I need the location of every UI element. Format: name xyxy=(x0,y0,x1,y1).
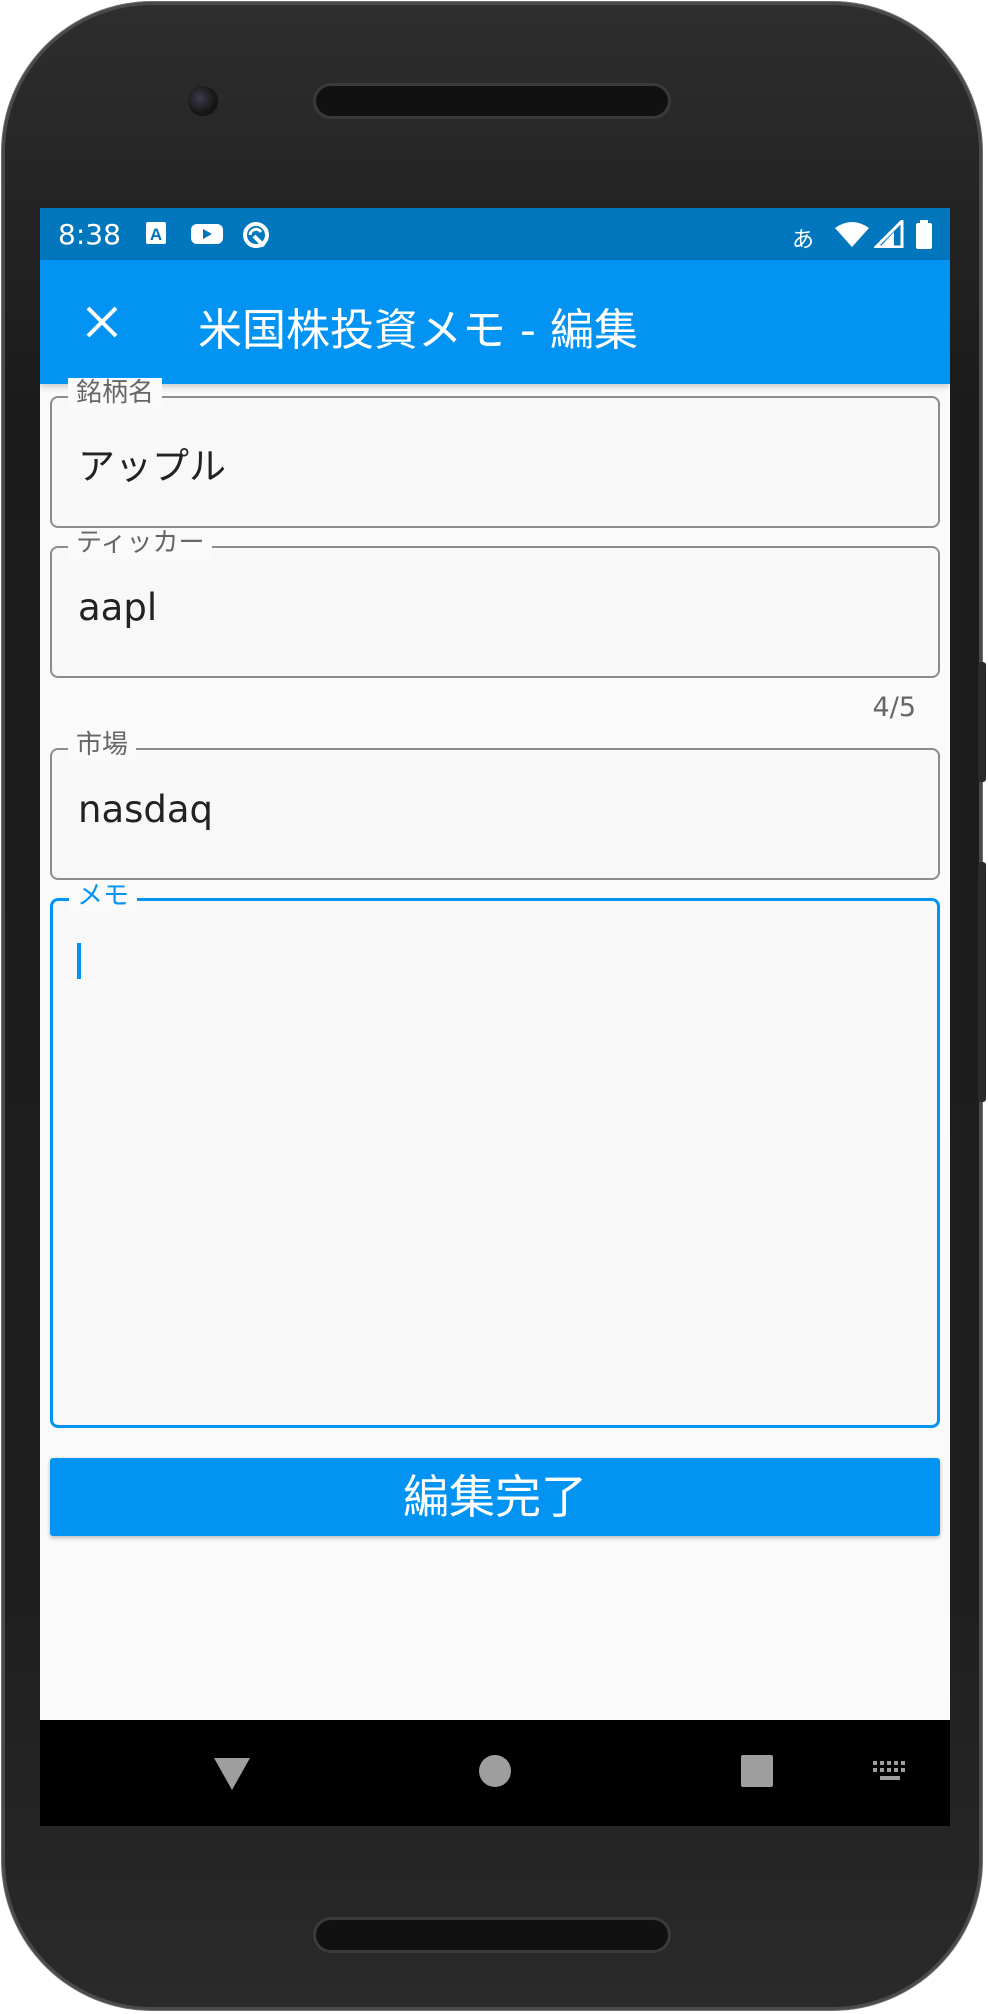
volume-button xyxy=(978,862,986,1102)
front-camera xyxy=(188,86,218,116)
keyboard-icon[interactable] xyxy=(872,1760,908,1788)
text-cursor xyxy=(77,943,81,979)
home-icon[interactable] xyxy=(478,1754,512,1792)
top-speaker xyxy=(316,86,668,116)
name-field[interactable]: 銘柄名 アップル xyxy=(50,378,940,528)
a-keyboard-icon: A xyxy=(144,220,168,252)
market-field-label: 市場 xyxy=(68,730,137,760)
bottom-speaker xyxy=(316,1920,668,1950)
signal-icon xyxy=(872,217,904,252)
ticker-field-value: aapl xyxy=(78,586,158,629)
screen: 8:38 A あ 米国株投資メモ - 編集 銘柄名 アップル ティッカー aap… xyxy=(40,208,950,1826)
ime-indicator: あ xyxy=(792,228,815,253)
sync-icon xyxy=(240,220,272,254)
market-field[interactable]: 市場 nasdaq xyxy=(50,730,940,880)
page-title: 米国株投資メモ - 編集 xyxy=(198,305,638,356)
youtube-icon xyxy=(190,220,224,252)
status-time: 8:38 xyxy=(58,218,121,251)
name-field-value: アップル xyxy=(78,445,226,488)
navigation-bar xyxy=(40,1720,950,1826)
memo-field-label: メモ xyxy=(69,881,138,911)
ticker-char-counter: 4/5 xyxy=(872,692,916,723)
back-icon[interactable] xyxy=(212,1756,252,1796)
close-button[interactable] xyxy=(74,294,130,350)
wifi-icon xyxy=(834,220,870,252)
memo-field[interactable]: メモ xyxy=(50,881,940,1428)
power-button xyxy=(978,662,986,782)
market-field-value: nasdaq xyxy=(78,788,214,831)
ticker-field-label: ティッカー xyxy=(68,528,213,558)
battery-icon xyxy=(914,220,934,254)
app-bar: 米国株投資メモ - 編集 xyxy=(40,260,950,384)
svg-text:A: A xyxy=(150,225,162,244)
close-icon xyxy=(86,306,118,338)
ticker-field[interactable]: ティッカー aapl xyxy=(50,528,940,678)
status-bar: 8:38 A あ xyxy=(40,208,950,260)
submit-edit-button[interactable]: 編集完了 xyxy=(50,1458,940,1536)
recents-icon[interactable] xyxy=(740,1754,774,1792)
phone-frame: 8:38 A あ 米国株投資メモ - 編集 銘柄名 アップル ティッカー aap… xyxy=(2,2,986,2010)
name-field-label: 銘柄名 xyxy=(68,378,163,408)
